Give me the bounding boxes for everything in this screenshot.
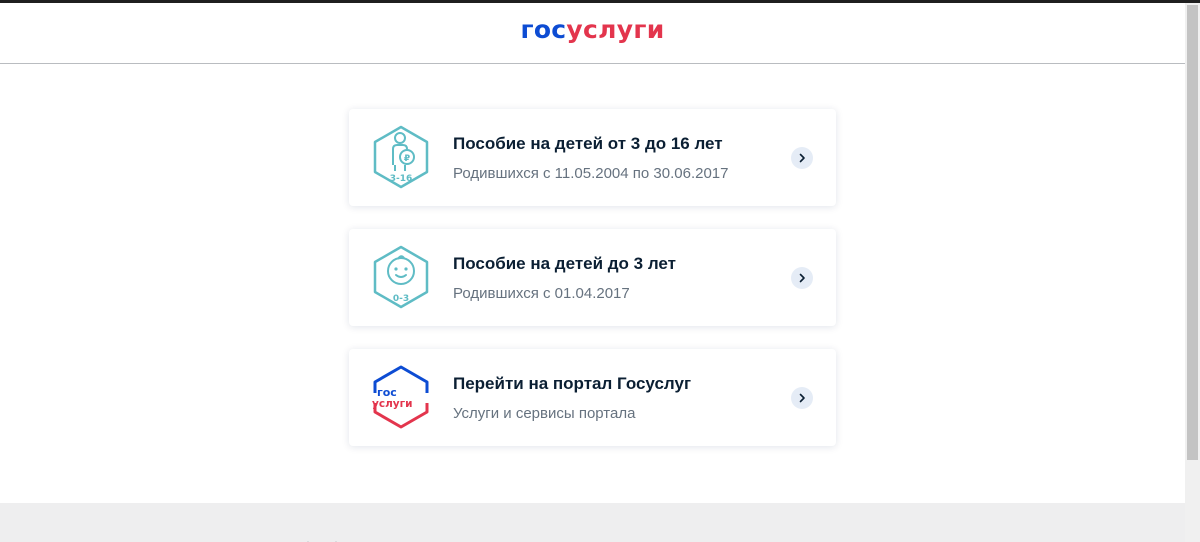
baby-0-3-icon: 0-3: [369, 245, 433, 309]
icon-uslugi-text: услуги: [372, 398, 412, 410]
card-subtitle: Родившихся с 01.04.2017: [453, 285, 630, 302]
main-content: ₽ 3-16 Пособие на детей от 3 до 16 лет Р…: [0, 64, 1185, 503]
chevron-right-icon[interactable]: [791, 147, 813, 169]
child-3-16-icon: ₽ 3-16: [369, 125, 433, 189]
icon-age-label: 0-3: [393, 294, 409, 304]
gosuslugi-logo-icon: гос услуги: [369, 365, 433, 429]
scrollbar-thumb[interactable]: [1187, 5, 1198, 460]
vertical-scrollbar[interactable]: [1185, 3, 1200, 542]
footer: [0, 503, 1185, 542]
card-title: Пособие на детей от 3 до 16 лет: [453, 134, 723, 153]
coat-of-arms-icon: [296, 536, 348, 542]
icon-age-label: 3-16: [390, 174, 413, 184]
card-title: Перейти на портал Госуслуг: [453, 374, 692, 393]
footer-logo-icon: [856, 537, 868, 542]
card-subtitle: Услуги и сервисы портала: [453, 405, 636, 422]
chevron-right-icon[interactable]: [791, 267, 813, 289]
card-title: Пособие на детей до 3 лет: [453, 254, 676, 273]
chevron-right-icon[interactable]: [791, 387, 813, 409]
gosuslugi-logo[interactable]: госуслуги: [520, 15, 664, 44]
logo-uslugi-text: услуги: [566, 14, 665, 44]
svg-text:₽: ₽: [404, 154, 410, 164]
card-benefit-3-16[interactable]: ₽ 3-16 Пособие на детей от 3 до 16 лет Р…: [349, 109, 836, 206]
card-subtitle: Родившихся с 11.05.2004 по 30.06.2017: [453, 165, 729, 182]
card-benefit-0-3[interactable]: 0-3 Пособие на детей до 3 лет Родившихся…: [349, 229, 836, 326]
header: госуслуги: [0, 3, 1185, 64]
logo-gos-text: гос: [520, 14, 567, 44]
card-gosuslugi-portal[interactable]: гос услуги Перейти на портал Госуслуг Ус…: [349, 349, 836, 446]
